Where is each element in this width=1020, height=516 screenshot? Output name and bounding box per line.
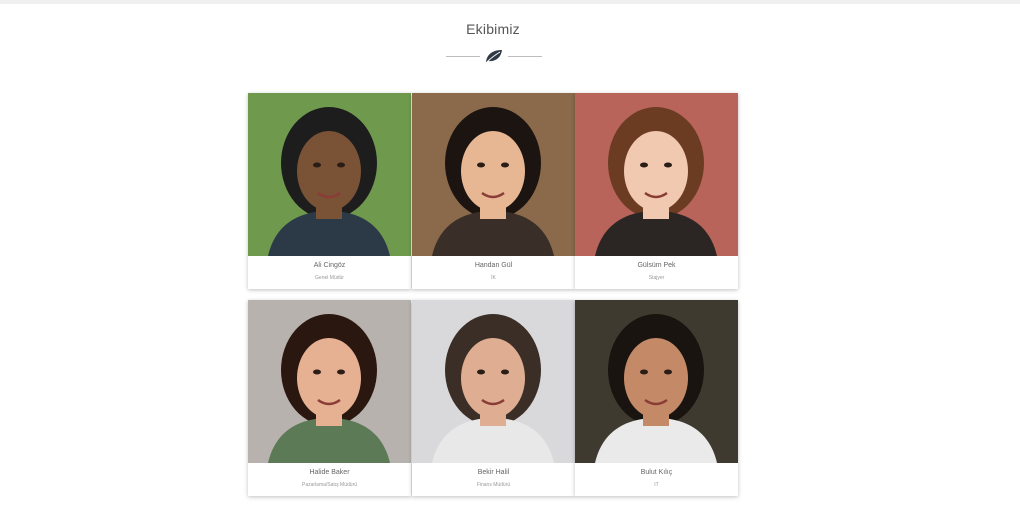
team-card[interactable]: Bekir Halil Finans Müdürü bbox=[412, 300, 575, 496]
team-photo bbox=[412, 93, 575, 256]
member-name: Bulut Kılıç bbox=[640, 469, 673, 476]
title-divider bbox=[446, 48, 542, 64]
member-role: Pazarlama/Satış Müdürü bbox=[301, 482, 358, 488]
portrait-image bbox=[575, 93, 738, 256]
member-role: Genel Müdür bbox=[315, 275, 344, 281]
member-role: İK bbox=[491, 275, 496, 281]
member-name: Gülsüm Pek bbox=[637, 262, 676, 269]
portrait-image bbox=[248, 300, 411, 463]
portrait-image bbox=[412, 300, 575, 463]
portrait-image bbox=[248, 93, 411, 256]
team-photo bbox=[575, 300, 738, 463]
member-name: Halide Baker bbox=[309, 469, 350, 476]
section-title: Ekibimiz bbox=[466, 21, 520, 37]
leaf-icon bbox=[484, 48, 504, 64]
team-photo bbox=[412, 300, 575, 463]
member-role: Stajyer bbox=[648, 275, 665, 281]
divider-line-left bbox=[446, 56, 480, 57]
team-photo bbox=[248, 93, 411, 256]
portrait-image bbox=[412, 93, 575, 256]
divider-line-right bbox=[508, 56, 542, 57]
member-role: Finans Müdürü bbox=[476, 482, 511, 488]
member-name: Ali Cingöz bbox=[313, 262, 346, 269]
top-strip bbox=[0, 0, 1020, 4]
team-card[interactable]: Gülsüm Pek Stajyer bbox=[575, 93, 738, 289]
team-card[interactable]: Bulut Kılıç IT bbox=[575, 300, 738, 496]
team-photo bbox=[575, 93, 738, 256]
team-card[interactable]: Halide Baker Pazarlama/Satış Müdürü bbox=[248, 300, 411, 496]
portrait-image bbox=[575, 300, 738, 463]
team-card[interactable]: Ali Cingöz Genel Müdür bbox=[248, 93, 411, 289]
member-name: Handan Gül bbox=[474, 262, 513, 269]
team-photo bbox=[248, 300, 411, 463]
team-card[interactable]: Handan Gül İK bbox=[412, 93, 575, 289]
member-name: Bekir Halil bbox=[477, 469, 510, 476]
member-role: IT bbox=[654, 482, 659, 488]
